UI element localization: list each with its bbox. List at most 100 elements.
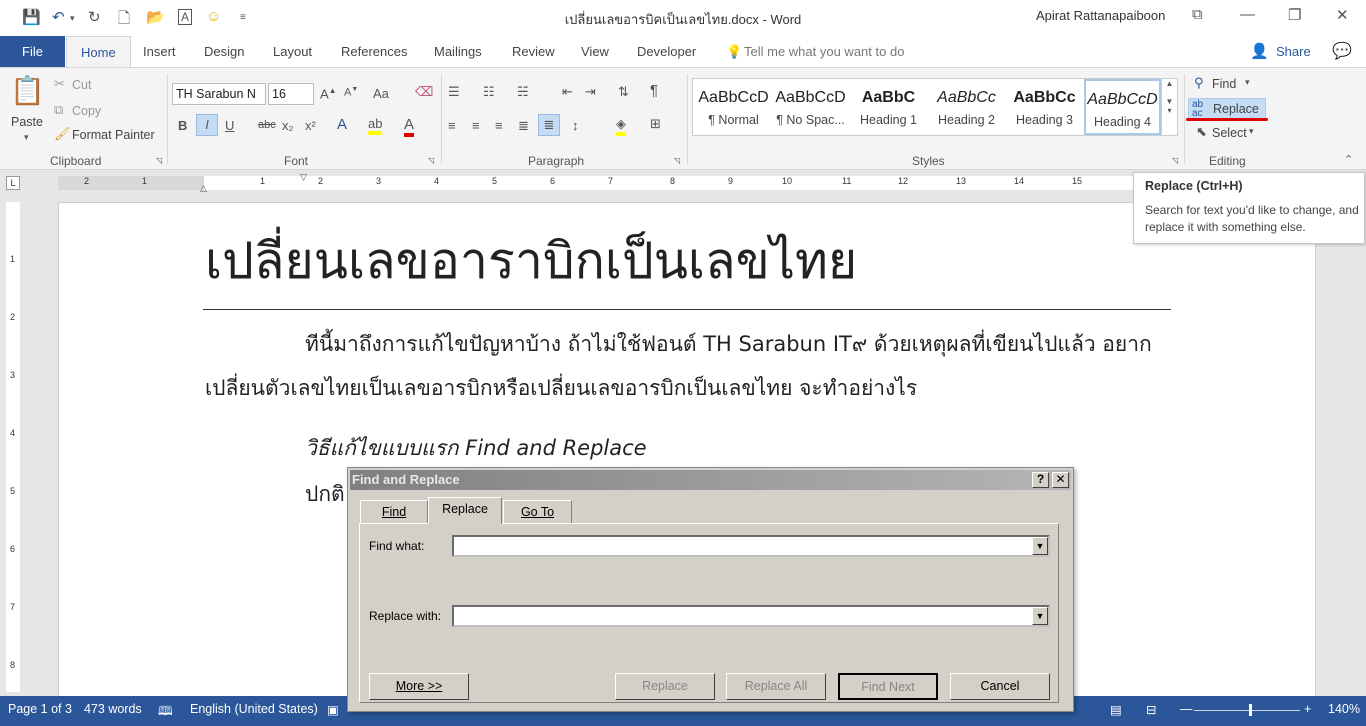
- tab-view[interactable]: View: [581, 36, 609, 68]
- dialog-launcher-icon[interactable]: ◹: [1172, 156, 1178, 165]
- replace-dialog-button[interactable]: Replace: [615, 673, 715, 700]
- paste-button[interactable]: Paste: [11, 115, 43, 129]
- proofing-icon[interactable]: 🕮: [158, 702, 173, 723]
- italic-button[interactable]: I: [196, 114, 218, 136]
- increase-indent-icon[interactable]: ⇥: [585, 84, 596, 100]
- multilevel-list-icon[interactable]: ☵: [517, 84, 529, 100]
- sort-icon[interactable]: ⇅: [618, 84, 629, 100]
- style-heading-1[interactable]: AaBbC Heading 1: [850, 79, 927, 135]
- chevron-down-icon[interactable]: ▾: [1245, 77, 1250, 88]
- macro-icon[interactable]: ▣: [327, 702, 339, 717]
- tab-references[interactable]: References: [341, 36, 407, 68]
- format-painter-button[interactable]: Format Painter: [72, 128, 155, 142]
- collapse-ribbon-icon[interactable]: ⌃: [1344, 153, 1353, 166]
- tab-mailings[interactable]: Mailings: [434, 36, 482, 68]
- user-name[interactable]: Apirat Rattanapaiboon: [1036, 8, 1165, 23]
- justify-icon[interactable]: ≣: [518, 118, 529, 134]
- web-layout-icon[interactable]: ⊟: [1146, 702, 1156, 717]
- tab-find[interactable]: Find: [360, 500, 428, 524]
- tab-go-to[interactable]: Go To: [503, 500, 572, 524]
- replace-button[interactable]: ab ac Replace: [1188, 98, 1266, 120]
- align-right-icon[interactable]: ≡: [495, 118, 503, 133]
- close-icon[interactable]: ✕: [1336, 6, 1349, 24]
- chevron-down-icon[interactable]: ▾: [24, 132, 29, 143]
- restore-icon[interactable]: ❐: [1288, 6, 1301, 24]
- find-dropdown-arrow[interactable]: ▼: [1032, 537, 1048, 555]
- find-what-input[interactable]: ▼: [452, 535, 1050, 557]
- tab-replace[interactable]: Replace: [428, 497, 502, 524]
- find-next-button[interactable]: Find Next: [838, 673, 938, 700]
- clear-formatting-icon[interactable]: ⌫: [415, 84, 433, 100]
- tab-design[interactable]: Design: [204, 36, 244, 68]
- print-layout-icon[interactable]: ▤: [1110, 702, 1122, 717]
- style-no-spacing[interactable]: AaBbCcD ¶ No Spac...: [772, 79, 849, 135]
- zoom-slider-thumb[interactable]: [1249, 704, 1252, 716]
- bold-button[interactable]: B: [178, 118, 187, 133]
- text-effects-icon[interactable]: A: [337, 116, 347, 133]
- select-button[interactable]: Select: [1212, 126, 1247, 140]
- comment-icon[interactable]: 💬: [1332, 36, 1352, 68]
- zoom-in-icon[interactable]: +: [1304, 702, 1311, 716]
- more-button[interactable]: More >>: [369, 673, 469, 700]
- underline-button[interactable]: U: [225, 118, 234, 133]
- language[interactable]: English (United States): [190, 702, 318, 716]
- borders-icon[interactable]: ⊞: [650, 116, 661, 132]
- page-count[interactable]: Page 1 of 3: [8, 702, 72, 716]
- font-color-icon[interactable]: A: [404, 116, 415, 137]
- shading-icon[interactable]: ◈: [616, 116, 626, 136]
- copy-button[interactable]: Copy: [72, 104, 101, 118]
- find-button[interactable]: Find: [1212, 77, 1236, 91]
- help-button[interactable]: ?: [1032, 472, 1049, 488]
- subscript-button[interactable]: x₂: [282, 118, 294, 133]
- style-normal[interactable]: AaBbCcD ¶ Normal: [695, 79, 772, 135]
- tab-selector-icon[interactable]: L: [6, 176, 20, 190]
- zoom-out-icon[interactable]: —: [1180, 702, 1193, 716]
- bullets-icon[interactable]: ☰: [448, 84, 460, 100]
- dialog-titlebar[interactable]: Find and Replace ? ✕: [350, 470, 1071, 490]
- hanging-indent-icon[interactable]: △: [200, 183, 207, 194]
- font-name-select[interactable]: TH Sarabun N: [172, 83, 266, 105]
- align-left-icon[interactable]: ≡: [448, 118, 456, 133]
- dialog-launcher-icon[interactable]: ◹: [156, 156, 162, 165]
- dialog-close-button[interactable]: ✕: [1052, 472, 1069, 488]
- minimize-icon[interactable]: —: [1240, 6, 1255, 23]
- tab-layout[interactable]: Layout: [273, 36, 312, 68]
- line-spacing-icon[interactable]: ↕: [572, 118, 579, 133]
- ribbon-display-icon[interactable]: ⧉: [1192, 6, 1203, 23]
- strikethrough-button[interactable]: abc: [258, 119, 276, 131]
- first-line-indent-icon[interactable]: ▽: [300, 172, 307, 183]
- dialog-launcher-icon[interactable]: ◹: [674, 156, 680, 165]
- show-formatting-icon[interactable]: ¶: [650, 82, 658, 99]
- dialog-launcher-icon[interactable]: ◹: [428, 156, 434, 165]
- style-heading-4[interactable]: AaBbCcD Heading 4: [1084, 79, 1161, 135]
- chevron-down-icon[interactable]: ▾: [1249, 126, 1254, 137]
- cut-button[interactable]: Cut: [72, 78, 91, 92]
- tab-review[interactable]: Review: [512, 36, 555, 68]
- replace-with-input[interactable]: ▼: [452, 605, 1050, 627]
- highlight-color-icon[interactable]: ab: [368, 116, 383, 135]
- change-case-button[interactable]: Aa: [373, 86, 389, 101]
- paste-icon[interactable]: 📋: [10, 74, 45, 107]
- vertical-ruler[interactable]: 1 2 3 4 5 6 7 8: [6, 202, 20, 692]
- tab-insert[interactable]: Insert: [143, 36, 176, 68]
- decrease-indent-icon[interactable]: ⇤: [562, 84, 573, 100]
- thai-distributed-icon[interactable]: ≣: [538, 114, 560, 136]
- tell-me-input[interactable]: Tell me what you want to do: [744, 36, 904, 68]
- superscript-button[interactable]: x²: [305, 118, 316, 133]
- style-heading-2[interactable]: AaBbCc Heading 2: [928, 79, 1005, 135]
- cancel-button[interactable]: Cancel: [950, 673, 1050, 700]
- shrink-font-icon[interactable]: A▼: [344, 86, 358, 99]
- tab-file[interactable]: File: [0, 36, 65, 68]
- align-center-icon[interactable]: ≡: [472, 118, 480, 133]
- replace-dropdown-arrow[interactable]: ▼: [1032, 607, 1048, 625]
- numbering-icon[interactable]: ☷: [483, 84, 495, 100]
- font-size-select[interactable]: 16: [268, 83, 314, 105]
- style-heading-3[interactable]: AaBbCc Heading 3: [1006, 79, 1083, 135]
- word-count[interactable]: 473 words: [84, 702, 142, 716]
- horizontal-ruler[interactable]: 2 1 1 2 3 4 5 6 7 8 9 10 11 12 13 14 15 …: [58, 172, 1138, 193]
- replace-all-button[interactable]: Replace All: [726, 673, 826, 700]
- zoom-level[interactable]: 140%: [1328, 702, 1360, 716]
- grow-font-icon[interactable]: A▲: [320, 86, 337, 101]
- styles-scroll[interactable]: ▲ ▼ ▾: [1161, 79, 1177, 135]
- tab-home[interactable]: Home: [66, 36, 131, 68]
